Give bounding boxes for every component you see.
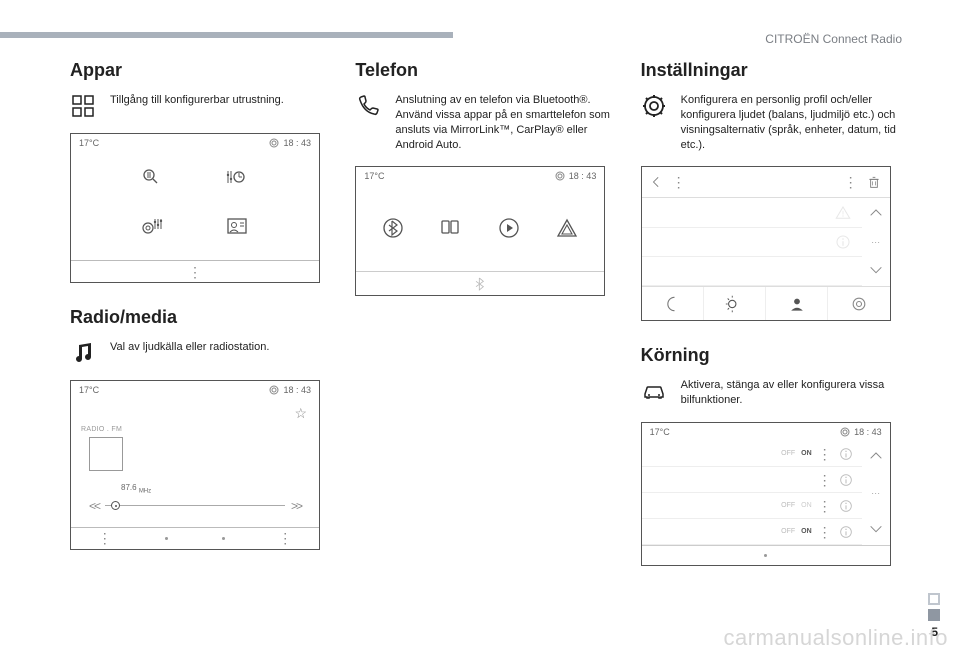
settings-row-info[interactable] [642, 228, 862, 257]
driving-row[interactable]: OFF ON ⋮ [642, 441, 862, 467]
apps-panel: 17°C 18 : 43 ⋮ [70, 133, 320, 283]
apps-tile-audio-settings[interactable] [140, 214, 166, 240]
settings-tab-profile[interactable] [766, 287, 828, 320]
toggle-on-label: ON [801, 450, 812, 457]
product-name: CITROËN Connect Radio [765, 32, 902, 46]
gear-icon [641, 93, 667, 119]
settings-tab-system[interactable] [828, 287, 889, 320]
apps-tile-contact[interactable] [224, 214, 250, 240]
info-icon [838, 498, 854, 514]
info-icon [838, 524, 854, 540]
radio-album-art [89, 437, 123, 471]
back-icon[interactable] [650, 173, 664, 191]
apps-tile-clock[interactable] [224, 166, 250, 192]
radio-panel: 17°C 18 : 43 ☆ RADIO . FM 87.6 MHz << >> [70, 380, 320, 550]
dot-icon [764, 554, 767, 557]
info-icon [838, 472, 854, 488]
trash-icon[interactable] [866, 173, 882, 191]
seek-prev-icon[interactable]: << [89, 499, 99, 513]
settings-desc: Konfigurera en personlig profil och/elle… [681, 93, 900, 152]
dot-icon [165, 537, 168, 540]
scroll-down-icon[interactable] [868, 521, 884, 537]
section-phone: Telefon Anslutning av en telefon via Blu… [355, 60, 614, 296]
music-icon [70, 340, 96, 366]
ellipsis-icon: ⋯ [871, 488, 880, 499]
phone-mirrorlink-icon[interactable] [439, 216, 463, 240]
status-time: 18 : 43 [283, 385, 311, 395]
phone-androidauto-icon[interactable] [555, 216, 579, 240]
apps-tile-search[interactable] [140, 166, 166, 192]
toggle-off-label: OFF [781, 450, 795, 457]
driving-desc: Aktivera, stänga av eller konfigurera vi… [681, 378, 900, 408]
section-driving: Körning Aktivera, stänga av eller konfig… [641, 345, 900, 566]
settings-row-blank[interactable] [642, 257, 862, 286]
apps-title: Appar [70, 60, 329, 81]
status-settings-icon[interactable] [555, 171, 565, 181]
radio-title: Radio/media [70, 307, 329, 328]
favorite-icon[interactable]: ☆ [294, 405, 307, 421]
status-settings-icon[interactable] [269, 138, 279, 148]
toggle-off-label: OFF [781, 528, 795, 535]
scroll-down-icon[interactable] [868, 262, 884, 278]
settings-row-warning[interactable] [642, 198, 862, 227]
page-marker-solid [928, 609, 940, 621]
watermark: carmanualsonline.info [723, 625, 948, 651]
scroll-up-icon[interactable] [868, 206, 884, 222]
toggle-on-label: ON [801, 502, 812, 509]
driving-title: Körning [641, 345, 900, 366]
section-radio: Radio/media Val av ljudkälla eller radio… [70, 307, 329, 550]
toggle-off-label: OFF [781, 502, 795, 509]
status-temp: 17°C [650, 427, 670, 437]
settings-tab-daynight[interactable] [704, 287, 766, 320]
header-rule [0, 32, 453, 38]
status-time: 18 : 43 [283, 138, 311, 148]
settings-panel: ⋮ ⋮ ⋯ [641, 166, 891, 321]
seek-next-icon[interactable]: >> [291, 499, 301, 513]
dot-icon [222, 537, 225, 540]
driving-row[interactable]: ⋮ [642, 467, 862, 493]
status-time: 18 : 43 [569, 171, 597, 181]
phone-desc: Anslutning av en telefon via Bluetooth®.… [395, 93, 614, 152]
status-temp: 17°C [79, 138, 99, 148]
car-icon [641, 378, 667, 404]
status-temp: 17°C [364, 171, 384, 181]
tuning-slider[interactable] [105, 505, 285, 506]
settings-tab-night[interactable] [642, 287, 704, 320]
phone-bluetooth-icon[interactable] [381, 216, 405, 240]
section-apps: Appar Tillgång till konfigurerbar utrust… [70, 60, 329, 283]
settings-title: Inställningar [641, 60, 900, 81]
radio-source-label: RADIO . FM [81, 426, 311, 433]
section-settings: Inställningar Konfigurera en personlig p… [641, 60, 900, 321]
driving-row[interactable]: OFF ON ⋮ [642, 519, 862, 545]
status-temp: 17°C [79, 385, 99, 395]
phone-title: Telefon [355, 60, 614, 81]
driving-row[interactable]: OFF ON ⋮ [642, 493, 862, 519]
bluetooth-icon[interactable] [472, 274, 488, 294]
phone-carplay-icon[interactable] [497, 216, 521, 240]
phone-icon [355, 93, 381, 119]
status-time: 18 : 43 [854, 427, 882, 437]
driving-panel: 17°C 18 : 43 OFF ON ⋮ [641, 422, 891, 566]
ellipsis-icon: ⋯ [871, 237, 880, 248]
radio-desc: Val av ljudkälla eller radiostation. [110, 340, 269, 355]
scroll-up-icon[interactable] [868, 449, 884, 465]
page-marker-outline [928, 593, 940, 605]
radio-frequency: 87.6 MHz [121, 483, 311, 495]
apps-desc: Tillgång till konfigurerbar utrustning. [110, 93, 284, 108]
status-settings-icon[interactable] [269, 385, 279, 395]
phone-panel: 17°C 18 : 43 [355, 166, 605, 296]
status-settings-icon[interactable] [840, 427, 850, 437]
toggle-on-label: ON [801, 528, 812, 535]
apps-icon [70, 93, 96, 119]
info-icon [838, 446, 854, 462]
